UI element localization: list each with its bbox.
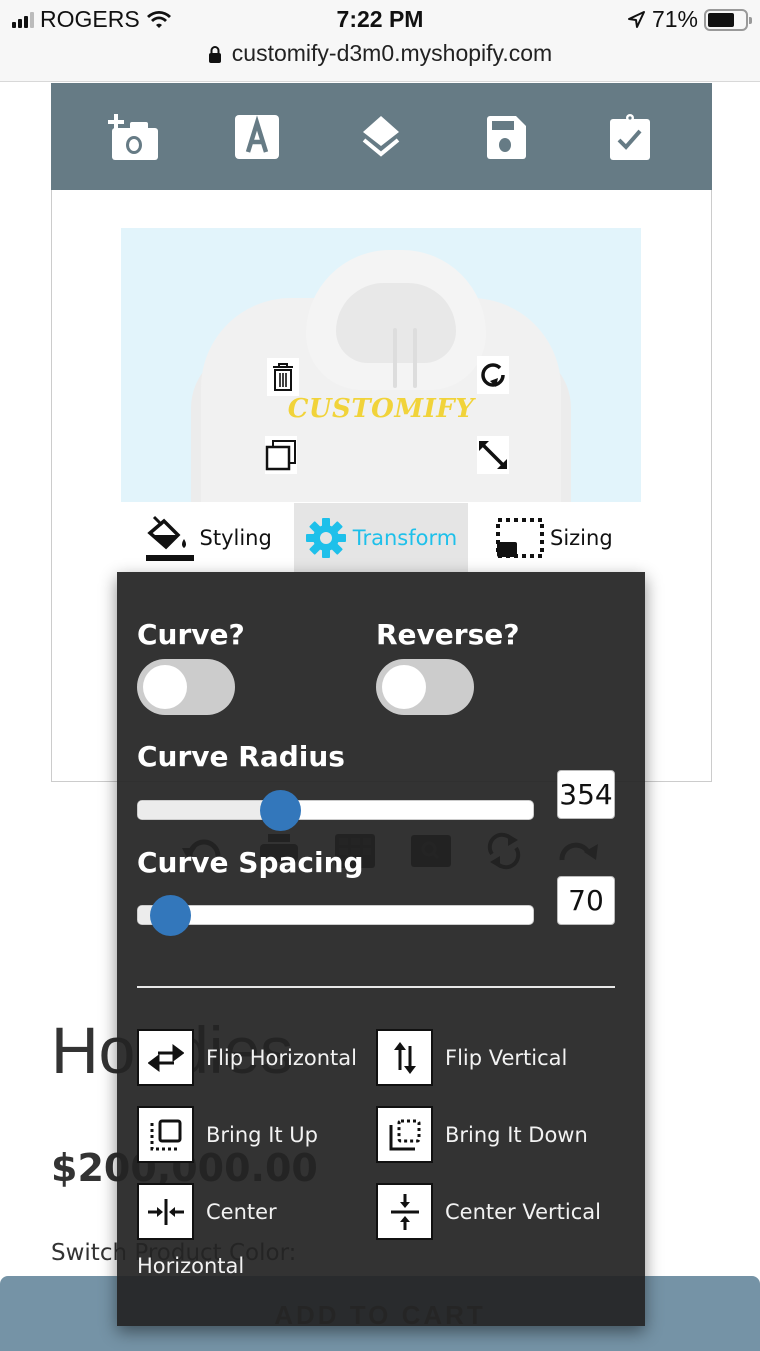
flip-horizontal-icon — [147, 1043, 184, 1072]
toggle-knob — [143, 665, 187, 709]
reverse-toggle[interactable] — [376, 659, 474, 715]
send-backward-icon — [389, 1119, 420, 1150]
designer-toolbar — [51, 83, 712, 190]
resize-dashed-icon — [495, 517, 544, 558]
camera-plus-icon — [108, 113, 159, 160]
slider-fill — [138, 801, 281, 819]
add-photo-button[interactable] — [105, 109, 161, 165]
tab-label: Transform — [352, 525, 458, 550]
action-label: Flip Horizontal — [206, 1045, 357, 1070]
rotate-handle[interactable] — [477, 356, 509, 394]
flip-horizontal-button[interactable]: Flip Horizontal — [137, 1029, 357, 1086]
toggle-knob — [382, 665, 426, 709]
reverse-label: Reverse? — [376, 618, 520, 651]
battery-icon — [704, 8, 752, 31]
paint-bucket-icon — [145, 515, 194, 561]
center-label-continuation: Horizontal — [137, 1254, 245, 1278]
checkout-button[interactable] — [602, 109, 658, 165]
location-arrow-icon — [627, 10, 645, 28]
clipboard-check-icon — [609, 113, 650, 160]
text-a-icon — [235, 114, 280, 159]
duplicate-handle[interactable] — [265, 436, 297, 474]
curve-toggle[interactable] — [137, 659, 235, 715]
address-bar[interactable]: customify-d3m0.myshopify.com — [0, 40, 760, 67]
editor-tabs: Styling Transform Sizing — [121, 503, 641, 572]
save-button[interactable] — [478, 109, 534, 165]
curve-radius-slider[interactable] — [137, 790, 534, 831]
center-horizontal-icon-box — [137, 1183, 194, 1240]
bring-it-up-button[interactable]: Bring It Up — [137, 1106, 318, 1163]
send-backward-icon-box — [376, 1106, 433, 1163]
action-label: Bring It Down — [445, 1122, 588, 1147]
center-vertical-button[interactable]: Center Vertical — [376, 1183, 601, 1240]
action-label: Center Vertical — [445, 1199, 601, 1224]
action-label: Flip Vertical — [445, 1045, 568, 1070]
hoodie-string — [413, 328, 417, 388]
lock-icon — [208, 45, 221, 63]
tab-label: Sizing — [549, 525, 613, 550]
tab-styling[interactable]: Styling — [121, 503, 294, 572]
center-horizontal-icon — [147, 1198, 184, 1225]
center-horizontal-button[interactable]: Center — [137, 1183, 277, 1240]
action-label: Center — [206, 1199, 277, 1224]
url-text: customify-d3m0.myshopify.com — [231, 40, 553, 66]
delete-handle[interactable] — [267, 358, 299, 396]
curve-spacing-input[interactable]: 70 — [557, 876, 615, 925]
panel-divider — [137, 986, 615, 988]
flip-horizontal-icon-box — [137, 1029, 194, 1086]
tab-label: Styling — [199, 525, 272, 550]
duplicate-icon — [265, 440, 296, 471]
bring-forward-icon-box — [137, 1106, 194, 1163]
bring-it-down-button[interactable]: Bring It Down — [376, 1106, 588, 1163]
add-text-button[interactable] — [229, 109, 285, 165]
gear-icon — [305, 517, 346, 558]
curve-radius-label: Curve Radius — [137, 740, 345, 773]
slider-thumb[interactable] — [149, 895, 191, 936]
product-canvas[interactable]: CUSTOMIFY — [121, 228, 641, 502]
bring-forward-icon — [150, 1119, 181, 1150]
resize-handle[interactable] — [477, 436, 509, 474]
floppy-disk-icon — [486, 115, 526, 159]
rotate-icon — [481, 363, 505, 387]
custom-text-layer[interactable]: CUSTOMIFY — [121, 394, 641, 424]
hoodie-string — [393, 328, 397, 388]
curve-spacing-slider[interactable] — [137, 895, 534, 936]
resize-arrows-icon — [479, 441, 507, 469]
flip-vertical-icon — [393, 1041, 416, 1074]
transform-panel: Curve? Reverse? Curve Radius 354 Curve S… — [117, 572, 645, 1326]
layers-button[interactable] — [353, 109, 409, 165]
action-label: Bring It Up — [206, 1122, 318, 1147]
tab-transform[interactable]: Transform — [294, 503, 468, 572]
center-vertical-icon-box — [376, 1183, 433, 1240]
trash-icon — [273, 363, 293, 391]
center-vertical-icon — [390, 1193, 419, 1230]
curve-label: Curve? — [137, 618, 245, 651]
curve-radius-input[interactable]: 354 — [557, 770, 615, 819]
layers-icon — [363, 115, 400, 157]
curve-spacing-label: Curve Spacing — [137, 846, 364, 879]
battery-percent: 71% — [651, 6, 698, 32]
flip-vertical-button[interactable]: Flip Vertical — [376, 1029, 567, 1086]
flip-vertical-icon-box — [376, 1029, 433, 1086]
status-right: 71% — [626, 6, 752, 33]
tab-sizing[interactable]: Sizing — [468, 503, 641, 572]
slider-thumb[interactable] — [260, 790, 302, 831]
status-bar: ROGERS 7:22 PM 71% customify-d3m0.myshop… — [0, 0, 760, 82]
